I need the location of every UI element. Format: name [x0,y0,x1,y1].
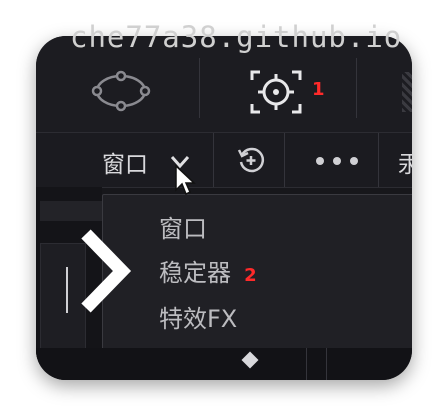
menu-item-effects[interactable]: 特效FX [159,299,237,334]
screenshot-card: 1 窗口 汞 窗口 稳定器 2 特效FX [36,36,412,380]
watermark-text: che77a38.github.io [70,20,403,54]
annotation-arrow-icon [81,229,132,313]
checker-pattern-icon [402,72,412,112]
annotation-marker-2: 2 [244,265,257,286]
toolbar-divider [284,133,285,187]
reset-button[interactable] [236,145,266,175]
toolbar-divider [199,58,200,118]
toolbar-divider [356,58,357,118]
menu-item-label: 稳定器 [159,259,231,287]
mouse-cursor-icon [175,164,196,196]
annotation-marker-1: 1 [312,79,325,100]
ellipse-shape-tool-button[interactable] [90,68,152,114]
panel-line [66,267,68,313]
tracker-target-tool-button[interactable] [248,68,304,116]
window-dropdown-label: 窗口 [102,152,148,178]
truncated-toolbar-label: 汞 [398,152,412,178]
bottom-divider [306,348,307,380]
window-dropdown-menu: 窗口 稳定器 2 特效FX [102,194,412,350]
menu-item-stabilizer[interactable]: 稳定器 2 [159,253,257,288]
toolbar-divider [378,133,379,187]
ellipse-nodes-icon [91,70,151,112]
crosshair-target-icon [250,70,302,114]
more-options-button[interactable] [314,153,360,167]
reset-circular-arrow-icon [237,147,265,173]
diamond-marker-icon[interactable] [241,351,259,369]
menu-item-window[interactable]: 窗口 [159,209,207,244]
panel-strip [40,201,102,221]
bottom-bar [36,348,412,380]
bottom-divider [326,348,327,380]
toolbar-divider [213,133,214,187]
more-dots-icon [316,157,358,165]
secondary-toolbar: 窗口 汞 [36,133,412,188]
